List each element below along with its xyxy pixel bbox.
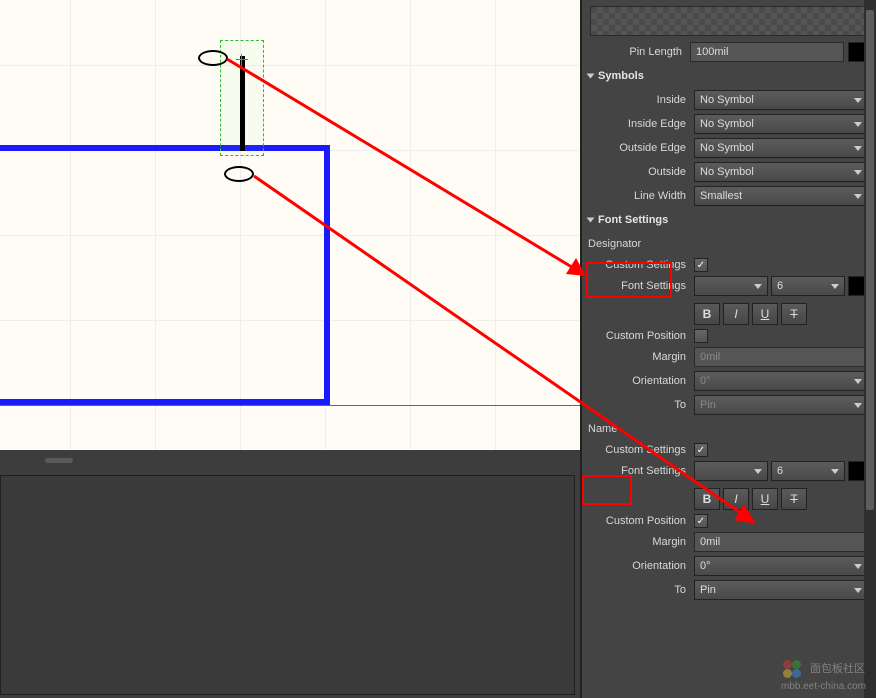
line-width-label: Line Width <box>586 190 694 202</box>
name-font-size-select[interactable]: 6 <box>771 461 845 481</box>
symbols-section-header[interactable]: Symbols <box>582 64 876 88</box>
pin[interactable] <box>240 56 245 151</box>
designator-margin-input <box>694 347 868 367</box>
designator-custom-settings-checkbox[interactable] <box>694 258 708 272</box>
preview-swatch <box>590 6 868 36</box>
designator-orientation-select: 0° <box>694 371 868 391</box>
watermark: 面包板社区 mbb.eet-china.com <box>781 658 866 692</box>
designator-margin-label: Margin <box>586 351 694 363</box>
designator-font-face-select[interactable] <box>694 276 768 296</box>
pin-endpoint-marker <box>236 54 248 66</box>
designator-font-size-value: 6 <box>777 280 783 292</box>
chevron-down-icon <box>754 469 762 474</box>
outside-select[interactable]: No Symbol <box>694 162 868 182</box>
editor-pane <box>0 0 580 698</box>
designator-strike-button[interactable]: T <box>781 303 807 325</box>
schematic-canvas[interactable] <box>0 0 580 450</box>
designator-to-label: To <box>586 399 694 411</box>
name-font-face-select[interactable] <box>694 461 768 481</box>
chevron-down-icon <box>854 588 862 593</box>
line-width-select[interactable]: Smallest <box>694 186 868 206</box>
name-bold-button[interactable]: B <box>694 488 720 510</box>
scrollbar-thumb[interactable] <box>866 10 874 510</box>
name-custom-settings-label: Custom Settings <box>586 444 694 456</box>
inside-edge-label: Inside Edge <box>586 118 694 130</box>
outside-edge-label: Outside Edge <box>586 142 694 154</box>
annotation-box-designator <box>586 262 672 298</box>
chevron-down-icon <box>854 379 862 384</box>
watermark-text: 面包板社区 <box>810 663 865 675</box>
inside-value: No Symbol <box>700 94 754 106</box>
watermark-logo-icon <box>781 658 803 680</box>
chevron-down-icon <box>854 146 862 151</box>
annotation-ellipse-name <box>224 166 254 182</box>
name-orientation-label: Orientation <box>586 560 694 572</box>
chevron-down-icon <box>854 98 862 103</box>
name-to-select[interactable]: Pin <box>694 580 868 600</box>
designator-custom-position-checkbox[interactable] <box>694 329 708 343</box>
outside-value: No Symbol <box>700 166 754 178</box>
name-italic-button[interactable]: I <box>723 488 749 510</box>
designator-to-select: Pin <box>694 395 868 415</box>
designator-font-size-select[interactable]: 6 <box>771 276 845 296</box>
messages-panel[interactable] <box>0 475 575 695</box>
name-underline-button[interactable]: U <box>752 488 778 510</box>
app-root: Pin Length Symbols Inside No Symbol Insid… <box>0 0 876 698</box>
designator-orientation-label: Orientation <box>586 375 694 387</box>
chevron-down-icon <box>831 284 839 289</box>
chevron-down-icon <box>854 564 862 569</box>
chevron-down-icon <box>854 122 862 127</box>
designator-underline-button[interactable]: U <box>752 303 778 325</box>
pin-length-label: Pin Length <box>586 46 690 58</box>
symbols-header-label: Symbols <box>598 70 644 82</box>
outside-edge-value: No Symbol <box>700 142 754 154</box>
annotation-box-name <box>582 475 632 505</box>
inside-edge-select[interactable]: No Symbol <box>694 114 868 134</box>
name-custom-position-label: Custom Position <box>586 515 694 527</box>
caret-down-icon <box>587 74 595 79</box>
font-settings-header-label: Font Settings <box>598 214 668 226</box>
designator-bold-button[interactable]: B <box>694 303 720 325</box>
name-subheader: Name <box>582 417 876 441</box>
chevron-down-icon <box>854 194 862 199</box>
name-custom-position-checkbox[interactable] <box>694 514 708 528</box>
watermark-url: mbb.eet-china.com <box>781 681 866 692</box>
inside-select[interactable]: No Symbol <box>694 90 868 110</box>
designator-to-value: Pin <box>700 399 716 411</box>
annotation-ellipse-designator <box>198 50 228 66</box>
designator-subheader: Designator <box>582 232 876 256</box>
pin-length-row: Pin Length <box>582 40 876 64</box>
name-margin-label: Margin <box>586 536 694 548</box>
designator-custom-position-label: Custom Position <box>586 330 694 342</box>
component-body[interactable] <box>0 145 330 405</box>
caret-down-icon <box>587 218 595 223</box>
chevron-down-icon <box>754 284 762 289</box>
properties-panel: Pin Length Symbols Inside No Symbol Insid… <box>580 0 876 698</box>
designator-italic-button[interactable]: I <box>723 303 749 325</box>
designator-orientation-value: 0° <box>700 375 711 387</box>
chevron-down-icon <box>854 170 862 175</box>
outside-edge-select[interactable]: No Symbol <box>694 138 868 158</box>
name-orientation-value: 0° <box>700 560 711 572</box>
outside-label: Outside <box>586 166 694 178</box>
inside-edge-value: No Symbol <box>700 118 754 130</box>
chevron-down-icon <box>854 403 862 408</box>
axis-line <box>0 405 580 406</box>
name-margin-input[interactable] <box>694 532 868 552</box>
line-width-value: Smallest <box>700 190 742 202</box>
pin-length-input[interactable] <box>690 42 844 62</box>
font-settings-section-header[interactable]: Font Settings <box>582 208 876 232</box>
name-orientation-select[interactable]: 0° <box>694 556 868 576</box>
name-to-label: To <box>586 584 694 596</box>
canvas-horizontal-scrollbar[interactable] <box>45 458 73 463</box>
chevron-down-icon <box>831 469 839 474</box>
panel-vertical-scrollbar[interactable] <box>864 0 876 698</box>
name-to-value: Pin <box>700 584 716 596</box>
name-font-size-value: 6 <box>777 465 783 477</box>
name-custom-settings-checkbox[interactable] <box>694 443 708 457</box>
name-strike-button[interactable]: T <box>781 488 807 510</box>
inside-label: Inside <box>586 94 694 106</box>
